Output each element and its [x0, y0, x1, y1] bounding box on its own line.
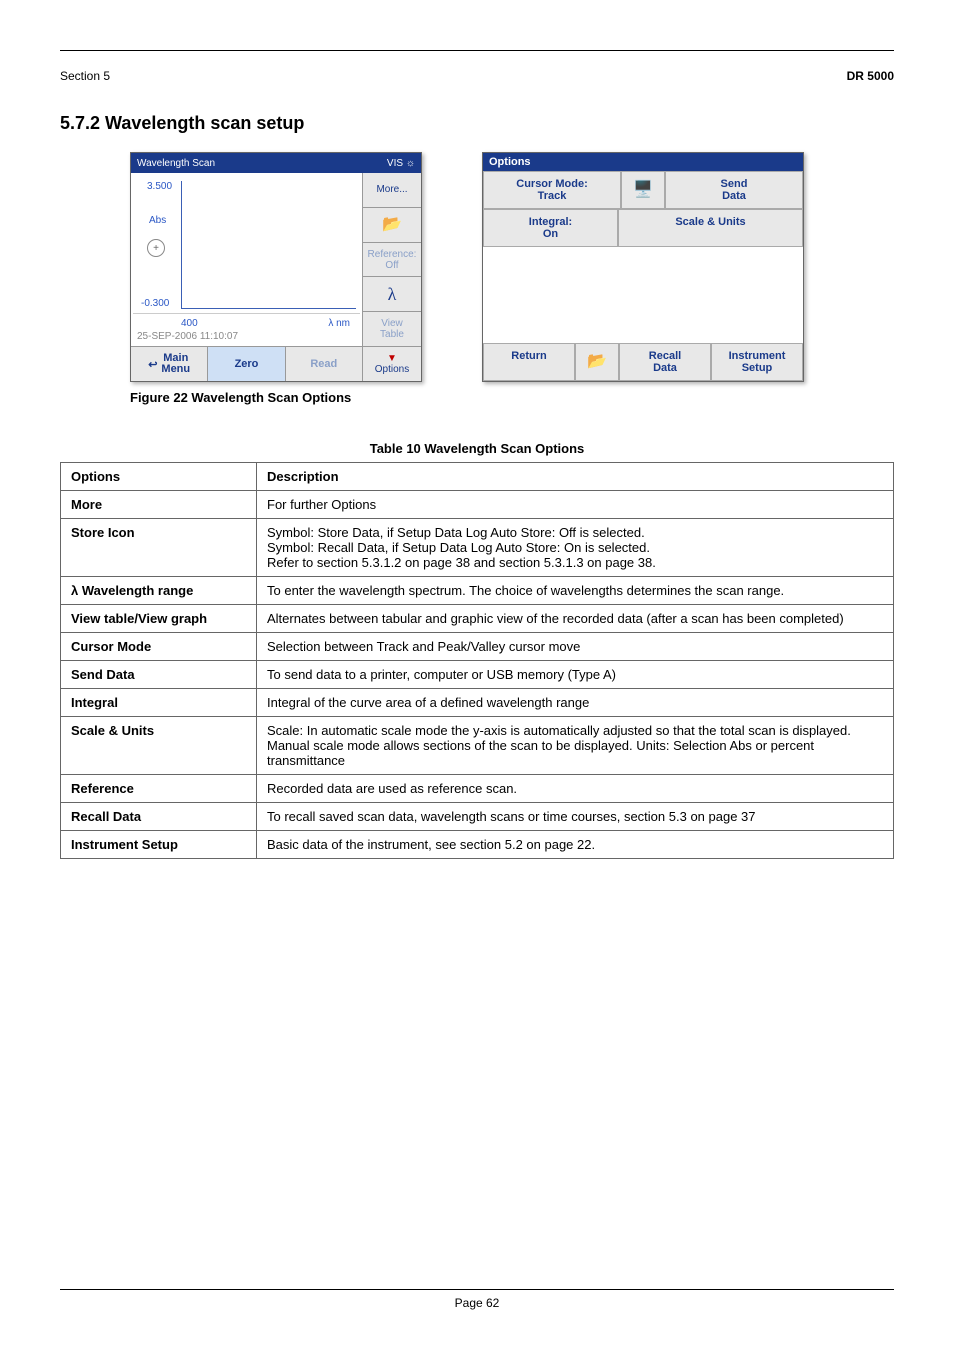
- pc-send-button[interactable]: 🖥️: [621, 171, 665, 209]
- y-axis-label: Abs: [149, 215, 166, 226]
- row-view-opt: View table/View graph: [61, 605, 257, 633]
- row-scale-opt: Scale & Units: [61, 717, 257, 775]
- view-label-2: Table: [380, 329, 404, 340]
- send-data-button[interactable]: Send Data: [665, 171, 803, 209]
- main-menu-label-2: Menu: [161, 363, 190, 375]
- row-cursor-desc: Selection between Track and Peak/Valley …: [257, 633, 894, 661]
- row-view-desc: Alternates between tabular and graphic v…: [257, 605, 894, 633]
- row-store-desc: Symbol: Store Data, if Setup Data Log Au…: [257, 519, 894, 577]
- integral-label-1: Integral:: [529, 216, 572, 228]
- main-menu-button[interactable]: ↩ Main Menu: [131, 347, 208, 381]
- back-arrow-icon: ↩: [148, 358, 157, 371]
- header-section-ref: Section 5: [60, 69, 110, 83]
- wavelength-scan-panel: Wavelength Scan VIS ☼ 3.500 Abs + -0.300: [130, 152, 422, 382]
- table-row: Send Data To send data to a printer, com…: [61, 661, 894, 689]
- folder-up-icon: 📂: [587, 353, 607, 371]
- zero-button[interactable]: Zero: [208, 347, 285, 381]
- row-lambda-opt: λ Wavelength range: [61, 577, 257, 605]
- row-recall-opt: Recall Data: [61, 803, 257, 831]
- folder-open-icon: 📂: [382, 216, 402, 234]
- row-ref-desc: Recorded data are used as reference scan…: [257, 775, 894, 803]
- options-title: Options: [483, 153, 803, 171]
- x-axis-min: 400: [181, 318, 198, 329]
- row-integral-opt: Integral: [61, 689, 257, 717]
- instrument-setup-label-2: Setup: [742, 362, 773, 374]
- recall-data-button[interactable]: Recall Data: [619, 343, 711, 381]
- lambda-button[interactable]: λ: [363, 277, 421, 312]
- row-instr-opt: Instrument Setup: [61, 831, 257, 859]
- row-send-opt: Send Data: [61, 661, 257, 689]
- plot-area: [181, 181, 356, 309]
- row-scale-desc: Scale: In automatic scale mode the y-axi…: [257, 717, 894, 775]
- send-data-label-1: Send: [721, 178, 748, 190]
- integral-label-2: On: [543, 228, 558, 240]
- zoom-in-icon[interactable]: +: [147, 239, 165, 257]
- timestamp: 25-SEP-2006 11:10:07: [131, 329, 362, 346]
- scale-units-button[interactable]: Scale & Units: [618, 209, 803, 247]
- table-row: More For further Options: [61, 491, 894, 519]
- row-cursor-opt: Cursor Mode: [61, 633, 257, 661]
- table-row: Cursor Mode Selection between Track and …: [61, 633, 894, 661]
- row-store-opt: Store Icon: [61, 519, 257, 577]
- section-heading: 5.7.2 Wavelength scan setup: [60, 113, 894, 134]
- y-axis-min: -0.300: [141, 298, 169, 309]
- read-button[interactable]: Read: [286, 347, 362, 381]
- table-row: Reference Recorded data are used as refe…: [61, 775, 894, 803]
- cursor-mode-label-1: Cursor Mode:: [516, 178, 588, 190]
- more-button[interactable]: More...: [363, 173, 421, 208]
- send-data-label-2: Data: [722, 190, 746, 202]
- row-recall-desc: To recall saved scan data, wavelength sc…: [257, 803, 894, 831]
- table-row: View table/View graph Alternates between…: [61, 605, 894, 633]
- table-row: Integral Integral of the curve area of a…: [61, 689, 894, 717]
- instrument-setup-button[interactable]: Instrument Setup: [711, 343, 803, 381]
- view-table-button[interactable]: View Table: [363, 312, 421, 347]
- row-lambda-desc: To enter the wavelength spectrum. The ch…: [257, 577, 894, 605]
- down-triangle-icon: ▼: [387, 353, 397, 364]
- row-instr-desc: Basic data of the instrument, see sectio…: [257, 831, 894, 859]
- table-caption: Table 10 Wavelength Scan Options: [60, 435, 894, 462]
- options-button[interactable]: ▼ Options: [363, 347, 421, 381]
- table-row: Instrument Setup Basic data of the instr…: [61, 831, 894, 859]
- computer-icon: 🖥️: [633, 181, 653, 199]
- table-row: λ Wavelength range To enter the waveleng…: [61, 577, 894, 605]
- table-header-row: Options Description: [61, 463, 894, 491]
- integral-button[interactable]: Integral: On: [483, 209, 618, 247]
- view-label-1: View: [381, 318, 403, 329]
- folder-open-button[interactable]: 📂: [363, 208, 421, 243]
- reference-label-1: Reference:: [368, 249, 417, 260]
- th-description: Description: [257, 463, 894, 491]
- row-integral-desc: Integral of the curve area of a defined …: [257, 689, 894, 717]
- options-table: Table 10 Wavelength Scan Options Options…: [60, 435, 894, 859]
- row-ref-opt: Reference: [61, 775, 257, 803]
- return-button[interactable]: Return: [483, 343, 575, 381]
- ws-mode-indicator: VIS ☼: [387, 158, 415, 169]
- x-axis-label: λ nm: [328, 318, 350, 329]
- table-row: Store Icon Symbol: Store Data, if Setup …: [61, 519, 894, 577]
- row-more-desc: For further Options: [257, 491, 894, 519]
- cursor-mode-button[interactable]: Cursor Mode: Track: [483, 171, 621, 209]
- recall-data-label-1: Recall: [649, 350, 681, 362]
- ws-chart-area: 3.500 Abs + -0.300: [133, 175, 360, 314]
- th-options: Options: [61, 463, 257, 491]
- figure-caption: Figure 22 Wavelength Scan Options: [130, 390, 894, 405]
- folder-up-button[interactable]: 📂: [575, 343, 619, 381]
- reference-button[interactable]: Reference: Off: [363, 243, 421, 278]
- page-footer: Page 62: [60, 1289, 894, 1310]
- header-product: DR 5000: [847, 69, 894, 83]
- cursor-mode-label-2: Track: [538, 190, 567, 202]
- recall-data-label-2: Data: [653, 362, 677, 374]
- options-label: Options: [375, 364, 409, 375]
- table-row: Scale & Units Scale: In automatic scale …: [61, 717, 894, 775]
- row-send-desc: To send data to a printer, computer or U…: [257, 661, 894, 689]
- row-more-opt: More: [61, 491, 257, 519]
- ws-title: Wavelength Scan: [137, 158, 215, 169]
- options-panel: Options Cursor Mode: Track 🖥️ Send Data …: [482, 152, 804, 382]
- options-blank-area: [483, 247, 803, 342]
- instrument-setup-label-1: Instrument: [729, 350, 786, 362]
- y-axis-max: 3.500: [147, 181, 172, 192]
- reference-label-2: Off: [385, 260, 398, 271]
- table-row: Recall Data To recall saved scan data, w…: [61, 803, 894, 831]
